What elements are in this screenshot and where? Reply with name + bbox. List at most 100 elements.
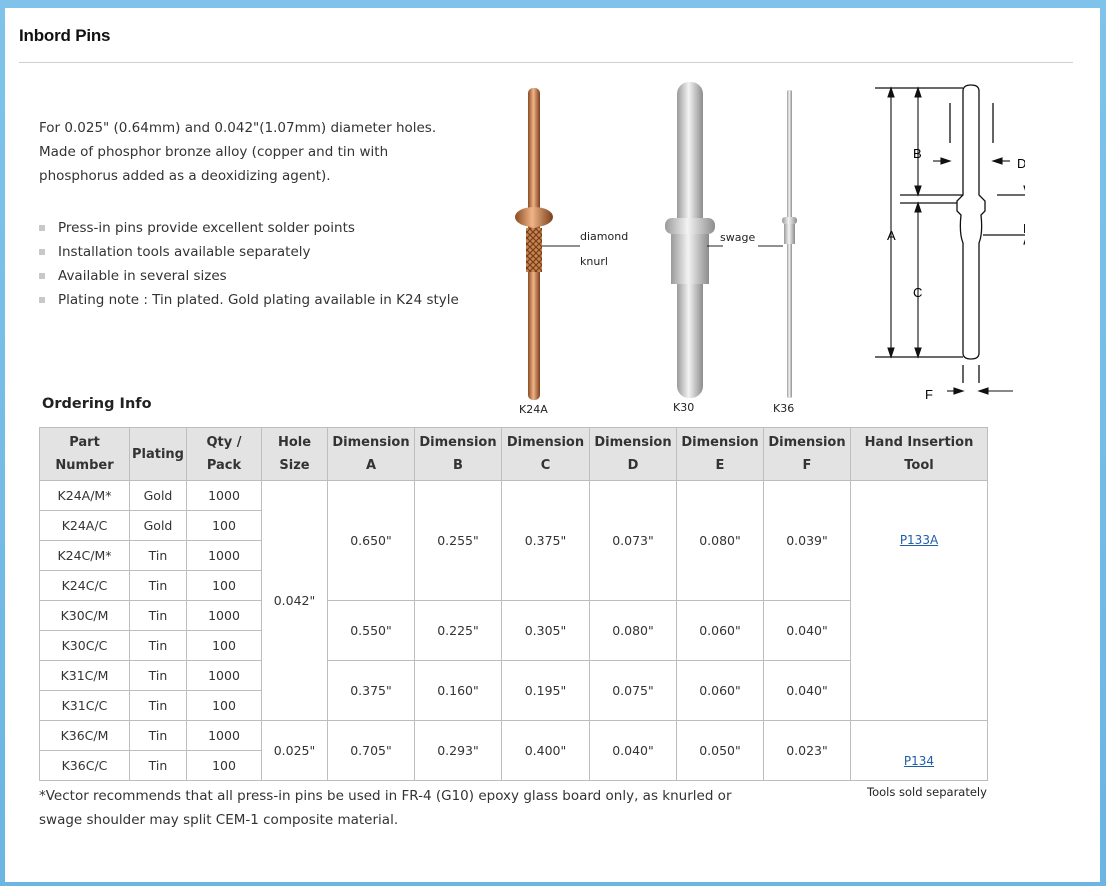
bullet-icon (39, 249, 45, 255)
pin-k30-image (665, 82, 715, 398)
title-divider (19, 62, 1073, 63)
list-item: Plating note : Tin plated. Gold plating … (39, 288, 459, 312)
plating-cell: Tin (129, 570, 187, 601)
column-header-dimension-f: Dimension F (763, 427, 851, 481)
list-item-text: Installation tools available separately (58, 244, 311, 260)
dimension-d-cell: 0.073" (589, 480, 677, 601)
bullet-icon (39, 225, 45, 231)
footnote-line: *Vector recommends that all press-in pin… (39, 788, 732, 804)
pin-k36-image (782, 90, 797, 398)
dimension-diagram: A B C D E F (875, 84, 1025, 402)
table-header-row: Part Number Plating Qty / Pack Hole Size Di… (39, 427, 988, 481)
column-header-dimension-b: Dimension B (414, 427, 502, 481)
dimension-f-cell: 0.023" (763, 720, 851, 781)
dimension-e-cell: 0.050" (676, 720, 764, 781)
dimension-c-cell: 0.375" (501, 480, 590, 601)
part-number-cell: K24A/M* (39, 480, 130, 511)
plating-cell: Tin (129, 600, 187, 631)
callout-swage: swage (720, 231, 756, 244)
ordering-info-heading: Ordering Info (42, 396, 152, 412)
dimension-a-cell: 0.705" (327, 720, 415, 781)
part-number-cell: K24A/C (39, 510, 130, 541)
qty-cell: 1000 (186, 480, 262, 511)
column-header-hole-size: Hole Size (261, 427, 328, 481)
dimension-b-cell: 0.160" (414, 660, 502, 721)
column-header-dimension-e: Dimension E (676, 427, 764, 481)
diagram-letter-d: D (1017, 156, 1025, 171)
callout-knurl: knurl (580, 255, 608, 268)
plating-cell: Gold (129, 510, 187, 541)
dimension-b-cell: 0.293" (414, 720, 502, 781)
tool-link-p134[interactable]: P134 (850, 720, 988, 781)
diagram-letter-f: F (925, 387, 933, 402)
qty-cell: 100 (186, 690, 262, 721)
intro-line: phosphorus added as a deoxidizing agent)… (39, 168, 331, 184)
pin-photos (515, 82, 797, 400)
hole-size-cell: 0.042" (261, 480, 328, 721)
diagram-letter-c: C (913, 285, 922, 300)
dimension-c-cell: 0.305" (501, 600, 590, 661)
footnote: *Vector recommends that all press-in pin… (39, 784, 739, 832)
dimension-e-cell: 0.060" (676, 600, 764, 661)
bullet-icon (39, 297, 45, 303)
list-item-text: Press-in pins provide excellent solder p… (58, 220, 355, 236)
tool-link-p133a[interactable]: P133A (850, 480, 988, 721)
content-panel: Inbord Pins For 0.025" (0.64mm) and 0.04… (5, 8, 1100, 882)
dimension-e-cell: 0.080" (676, 480, 764, 601)
dimension-d-cell: 0.080" (589, 600, 677, 661)
column-header-dimension-a: Dimension A (327, 427, 415, 481)
pin-k24a-image (515, 88, 553, 400)
intro-line: For 0.025" (0.64mm) and 0.042"(1.07mm) d… (39, 120, 437, 136)
callout-diamond: diamond (580, 230, 629, 243)
table-row: K30C/M Tin 1000 0.550" 0.225" 0.305" 0.0… (39, 600, 988, 661)
dimension-e-cell: 0.060" (676, 660, 764, 721)
dimension-f-cell: 0.040" (763, 660, 851, 721)
intro-text: For 0.025" (0.64mm) and 0.042"(1.07mm) d… (39, 116, 459, 188)
part-number-cell: K36C/C (39, 750, 130, 781)
dimension-d-cell: 0.075" (589, 660, 677, 721)
page-title: Inbord Pins (19, 26, 111, 45)
plating-cell: Tin (129, 630, 187, 661)
list-item-text: Plating note : Tin plated. Gold plating … (58, 292, 459, 308)
feature-list: Press-in pins provide excellent solder p… (39, 216, 459, 312)
qty-cell: 1000 (186, 600, 262, 631)
column-header-dimension-c: Dimension C (501, 427, 590, 481)
plating-cell: Tin (129, 750, 187, 781)
dimension-b-cell: 0.255" (414, 480, 502, 601)
qty-cell: 100 (186, 630, 262, 661)
part-number-cell: K30C/C (39, 630, 130, 661)
list-item: Installation tools available separately (39, 240, 459, 264)
diagram-letter-a: A (887, 228, 896, 243)
qty-cell: 100 (186, 750, 262, 781)
plating-cell: Tin (129, 720, 187, 751)
part-number-cell: K31C/C (39, 690, 130, 721)
footnote-line: swage shoulder may split CEM-1 composite… (39, 812, 399, 828)
ordering-table: Part Number Plating Qty / Pack Hole Size Di… (39, 427, 988, 781)
list-item: Press-in pins provide excellent solder p… (39, 216, 459, 240)
list-item: Available in several sizes (39, 264, 459, 288)
qty-cell: 1000 (186, 540, 262, 571)
plating-cell: Gold (129, 480, 187, 511)
dimension-a-cell: 0.650" (327, 480, 415, 601)
plating-cell: Tin (129, 690, 187, 721)
part-number-cell: K24C/M* (39, 540, 130, 571)
plating-cell: Tin (129, 660, 187, 691)
part-number-cell: K30C/M (39, 600, 130, 631)
dimension-f-cell: 0.039" (763, 480, 851, 601)
dimension-d-cell: 0.040" (589, 720, 677, 781)
dimension-c-cell: 0.400" (501, 720, 590, 781)
qty-cell: 100 (186, 510, 262, 541)
column-header-part-number: Part Number (39, 427, 130, 481)
column-header-dimension-d: Dimension D (589, 427, 677, 481)
dimension-c-cell: 0.195" (501, 660, 590, 721)
dimension-f-cell: 0.040" (763, 600, 851, 661)
qty-cell: 1000 (186, 720, 262, 751)
part-number-cell: K24C/C (39, 570, 130, 601)
bullet-icon (39, 273, 45, 279)
hole-size-cell: 0.025" (261, 720, 328, 781)
column-header-plating: Plating (129, 427, 187, 481)
intro-line: Made of phosphor bronze alloy (copper an… (39, 144, 389, 160)
pin-label-k36: K36 (773, 402, 795, 415)
list-item-text: Available in several sizes (58, 268, 227, 284)
part-number-cell: K36C/M (39, 720, 130, 751)
